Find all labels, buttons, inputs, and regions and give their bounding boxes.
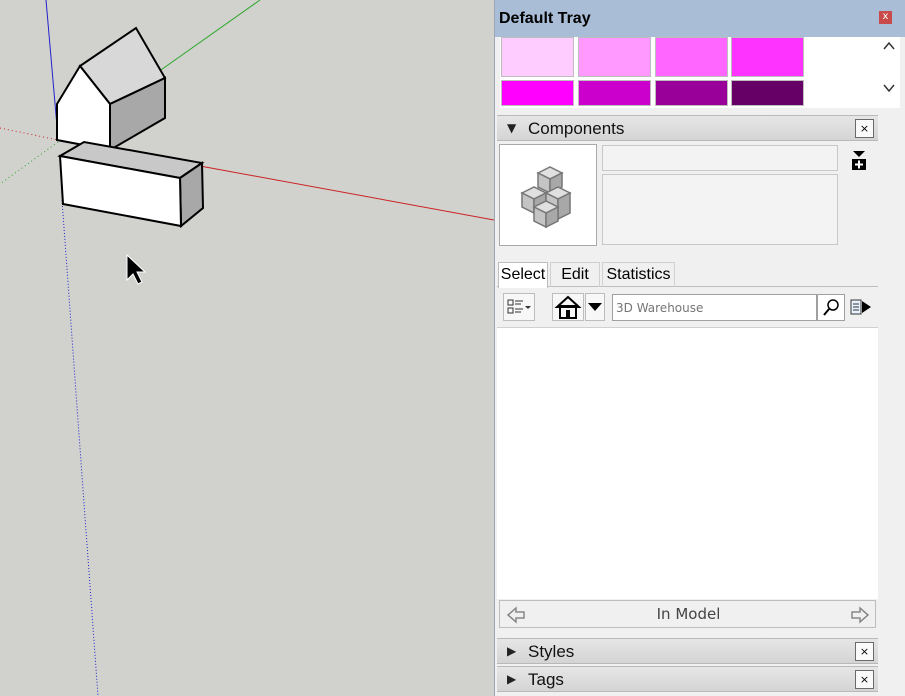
magnifier-icon bbox=[823, 299, 839, 316]
view-options-button[interactable] bbox=[503, 293, 535, 321]
expand-triangle-icon[interactable]: ▶ bbox=[507, 644, 516, 658]
component-description-field[interactable] bbox=[602, 174, 838, 245]
green-axis bbox=[157, 0, 261, 73]
house-model bbox=[56, 26, 167, 152]
tab-statistics[interactable]: Statistics bbox=[602, 262, 675, 287]
swatch[interactable] bbox=[731, 37, 804, 77]
collapse-triangle-icon[interactable]: ▼ bbox=[507, 121, 516, 135]
red-axis bbox=[199, 165, 494, 221]
swatch[interactable] bbox=[578, 37, 651, 77]
chevron-up-icon[interactable] bbox=[883, 41, 895, 51]
swatch-scrollbar[interactable] bbox=[878, 37, 900, 108]
mouse-cursor bbox=[126, 253, 147, 285]
tags-title: Tags bbox=[528, 670, 564, 689]
component-preview bbox=[499, 144, 597, 246]
tags-panel-header[interactable]: ▶ Tags × bbox=[497, 666, 878, 692]
swatch[interactable] bbox=[501, 37, 574, 77]
blue-axis-hidden bbox=[61, 199, 99, 696]
components-title: Components bbox=[528, 119, 625, 138]
components-toolbar bbox=[497, 288, 878, 326]
component-results-list[interactable] bbox=[497, 327, 878, 599]
swatch[interactable] bbox=[578, 80, 651, 106]
search-input[interactable] bbox=[612, 294, 817, 321]
component-name-field[interactable] bbox=[602, 145, 838, 171]
tray-title: Default Tray bbox=[499, 10, 591, 27]
styles-title: Styles bbox=[528, 642, 575, 661]
forward-arrow-icon[interactable] bbox=[850, 605, 870, 625]
red-axis-hidden bbox=[0, 127, 59, 141]
scene-canvas bbox=[0, 0, 494, 696]
expand-triangle-icon[interactable]: ▶ bbox=[507, 672, 516, 686]
green-axis-hidden bbox=[0, 141, 59, 185]
in-model-label: In Model bbox=[656, 605, 721, 623]
tray-close-icon[interactable]: x bbox=[879, 11, 892, 24]
home-icon bbox=[554, 295, 582, 319]
cubes-icon bbox=[520, 166, 572, 229]
tab-select[interactable]: Select bbox=[498, 262, 548, 288]
swatch[interactable] bbox=[501, 80, 574, 106]
styles-panel-header[interactable]: ▶ Styles × bbox=[497, 638, 878, 664]
chevron-down-icon bbox=[588, 303, 602, 311]
swatch[interactable] bbox=[655, 80, 728, 106]
styles-close-icon[interactable]: × bbox=[855, 642, 874, 661]
default-tray: Default Tray x ▼ Components × Select Edi… bbox=[494, 0, 905, 696]
navigation-dropdown[interactable] bbox=[585, 293, 605, 321]
material-swatch-grid bbox=[500, 37, 878, 108]
home-button[interactable] bbox=[552, 293, 584, 321]
swatch[interactable] bbox=[731, 80, 804, 106]
tray-scrollbar[interactable] bbox=[878, 108, 905, 696]
search-button[interactable] bbox=[817, 294, 845, 321]
tab-edit[interactable]: Edit bbox=[550, 262, 600, 287]
chevron-down-icon[interactable] bbox=[883, 83, 895, 93]
back-arrow-icon[interactable] bbox=[506, 605, 526, 625]
bottom-navigation-bar: In Model bbox=[499, 600, 876, 628]
tags-close-icon[interactable]: × bbox=[855, 670, 874, 689]
components-panel-header[interactable]: ▼ Components × bbox=[497, 115, 878, 141]
swatch[interactable] bbox=[655, 37, 728, 77]
box-model bbox=[57, 140, 205, 229]
modeling-viewport[interactable] bbox=[0, 0, 494, 696]
components-close-icon[interactable]: × bbox=[855, 119, 874, 138]
details-arrow-icon[interactable] bbox=[851, 149, 867, 171]
more-options-icon[interactable] bbox=[849, 296, 873, 320]
tray-header: Default Tray x bbox=[495, 0, 905, 37]
view-options-icon bbox=[507, 299, 531, 314]
